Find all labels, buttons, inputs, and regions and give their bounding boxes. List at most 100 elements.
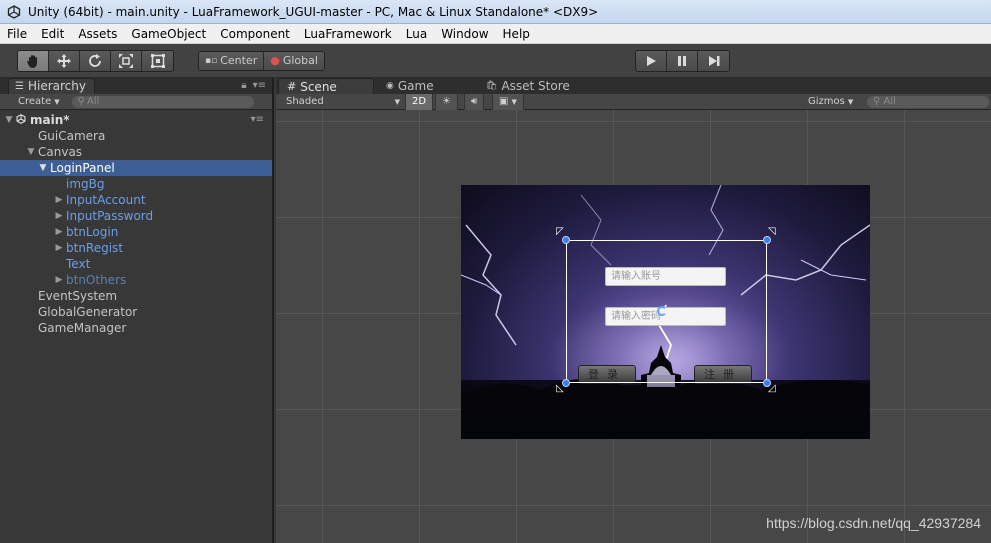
rotate-icon <box>89 54 101 67</box>
scene-search-placeholder: All <box>883 96 896 107</box>
search-icon: ⚲ <box>77 95 85 107</box>
play-button[interactable] <box>636 51 667 71</box>
hierarchy-item-label: GameManager <box>38 321 127 335</box>
scene-panel: # Scene ◉ Game 🛍︎ Asset Store Shaded ▼ 2… <box>276 78 991 543</box>
rotate-tool-button[interactable] <box>80 51 111 71</box>
menu-lua[interactable]: Lua <box>399 24 434 44</box>
hierarchy-item-label: GlobalGenerator <box>38 305 138 319</box>
menu-gameobject[interactable]: GameObject <box>124 24 213 44</box>
step-button[interactable] <box>698 51 729 71</box>
hierarchy-item-label: GuiCamera <box>38 129 106 143</box>
pivot-circle-icon[interactable] <box>657 306 667 316</box>
rect-icon <box>150 54 165 68</box>
scene-name: main* <box>30 113 70 127</box>
menu-assets[interactable]: Assets <box>71 24 124 44</box>
pause-button[interactable] <box>667 51 698 71</box>
dropdown-arrow-icon: ▼ <box>54 97 60 106</box>
pivot-toggles: ▪▫ Center ● Global <box>198 51 325 71</box>
collapse-arrow-icon[interactable]: ▶ <box>54 224 64 240</box>
collapse-arrow-icon[interactable]: ▶ <box>54 240 64 256</box>
scene-viewport[interactable]: 请输入账号 请输入密码 登录 注册 ◸ ◹ ◺ ◿ https://blog.c… <box>276 110 991 543</box>
mode-2d-toggle[interactable]: 2D <box>405 94 434 110</box>
tab-scene-label: Scene <box>300 79 337 94</box>
hand-tool-button[interactable] <box>18 51 49 71</box>
hierarchy-item-label: EventSystem <box>38 289 118 303</box>
pivot-center-button[interactable]: ▪▫ Center <box>199 52 265 70</box>
effects-dropdown[interactable]: ▣ ▼ <box>492 94 524 110</box>
tab-hierarchy[interactable]: ☰ Hierarchy <box>8 78 95 94</box>
scene-row[interactable]: ▼ main* ▾≡ <box>0 112 272 128</box>
hierarchy-item-globalgenerator[interactable]: GlobalGenerator <box>0 304 272 320</box>
hierarchy-item-text[interactable]: Text <box>0 256 272 272</box>
scene-search-input[interactable]: ⚲ All <box>867 96 989 108</box>
hierarchy-item-loginpanel[interactable]: ▼ LoginPanel <box>0 160 272 176</box>
collapse-arrow-icon[interactable]: ▶ <box>54 192 64 208</box>
collapse-arrow-icon[interactable]: ▶ <box>54 272 64 288</box>
sun-icon: ☀ <box>442 96 451 107</box>
pivot-global-button[interactable]: ● Global <box>264 52 324 70</box>
image-icon: ▣ <box>499 96 509 107</box>
shading-mode-label: Shaded <box>286 96 324 107</box>
transform-tools <box>17 50 174 72</box>
create-dropdown[interactable]: Create ▼ <box>18 96 60 107</box>
tab-asset-store-label: Asset Store <box>501 79 570 93</box>
hierarchy-item-inputpassword[interactable]: ▶ InputPassword <box>0 208 272 224</box>
hierarchy-item-btnlogin[interactable]: ▶ btnLogin <box>0 224 272 240</box>
menu-file[interactable]: File <box>0 24 34 44</box>
hierarchy-item-label: btnOthers <box>66 273 127 287</box>
hierarchy-item-inputaccount[interactable]: ▶ InputAccount <box>0 192 272 208</box>
anchor-top-right-icon[interactable]: ◹ <box>768 227 778 237</box>
globe-icon: ● <box>270 54 280 67</box>
tab-scene[interactable]: # Scene <box>278 78 374 94</box>
audio-toggle[interactable]: 🔊︎ <box>464 94 485 110</box>
ground-shadow <box>461 379 870 439</box>
lighting-toggle[interactable]: ☀ <box>435 94 458 110</box>
pivot-center-icon: ▪▫ <box>205 56 218 66</box>
tab-asset-store[interactable]: 🛍︎ Asset Store <box>478 78 578 94</box>
gizmos-dropdown[interactable]: Gizmos ▼ <box>808 94 853 110</box>
shading-mode-dropdown[interactable]: Shaded ▼ <box>286 94 400 110</box>
dropdown-arrow-icon: ▼ <box>847 98 854 106</box>
scale-tool-button[interactable] <box>111 51 142 71</box>
anchor-bottom-left-icon[interactable]: ◺ <box>556 384 566 394</box>
expand-arrow-icon[interactable]: ▼ <box>26 144 36 160</box>
title-bar: Unity (64bit) - main.unity - LuaFramewor… <box>0 0 991 24</box>
anchor-top-left-icon[interactable]: ◸ <box>556 227 566 237</box>
playback-controls <box>635 50 730 72</box>
hierarchy-item-imgbg[interactable]: imgBg <box>0 176 272 192</box>
tab-game[interactable]: ◉ Game <box>378 78 442 94</box>
mode-2d-label: 2D <box>412 96 427 107</box>
scale-icon <box>119 54 133 68</box>
hand-icon <box>27 55 37 68</box>
lock-icon[interactable]: 🔒︎ <box>241 80 246 91</box>
panel-menu-icon[interactable]: ▾≡ <box>253 80 266 91</box>
anchor-bottom-right-icon[interactable]: ◿ <box>768 384 778 394</box>
hierarchy-item-eventsystem[interactable]: EventSystem <box>0 288 272 304</box>
hierarchy-item-label: Text <box>66 257 91 271</box>
create-label: Create <box>18 96 52 107</box>
hierarchy-search-input[interactable]: ⚲ All <box>71 95 254 108</box>
expand-arrow-icon[interactable]: ▼ <box>4 112 14 128</box>
play-icon <box>647 56 656 66</box>
hierarchy-tab-icons: 🔒︎ ▾≡ <box>241 80 266 91</box>
menu-window[interactable]: Window <box>434 24 495 44</box>
hierarchy-item-canvas[interactable]: ▼ Canvas <box>0 144 272 160</box>
dropdown-arrow-icon: ▼ <box>394 98 400 106</box>
rect-tool-button[interactable] <box>142 51 173 71</box>
gizmo-handle-top-left[interactable] <box>562 236 570 244</box>
menu-component[interactable]: Component <box>213 24 297 44</box>
scene-menu-icon[interactable]: ▾≡ <box>251 112 264 128</box>
move-tool-button[interactable] <box>49 51 80 71</box>
gizmo-handle-top-right[interactable] <box>763 236 771 244</box>
menu-edit[interactable]: Edit <box>34 24 71 44</box>
collapse-arrow-icon[interactable]: ▶ <box>54 208 64 224</box>
menu-luaframework[interactable]: LuaFramework <box>297 24 399 44</box>
hierarchy-item-btnregist[interactable]: ▶ btnRegist <box>0 240 272 256</box>
hierarchy-item-btnothers[interactable]: ▶ btnOthers <box>0 272 272 288</box>
hierarchy-item-guicamera[interactable]: GuiCamera <box>0 128 272 144</box>
expand-arrow-icon[interactable]: ▼ <box>38 160 48 176</box>
menu-help[interactable]: Help <box>496 24 537 44</box>
scene-tab-row: # Scene ◉ Game 🛍︎ Asset Store <box>276 78 991 94</box>
hierarchy-item-gamemanager[interactable]: GameManager <box>0 320 272 336</box>
hierarchy-search-placeholder: All <box>86 95 100 107</box>
